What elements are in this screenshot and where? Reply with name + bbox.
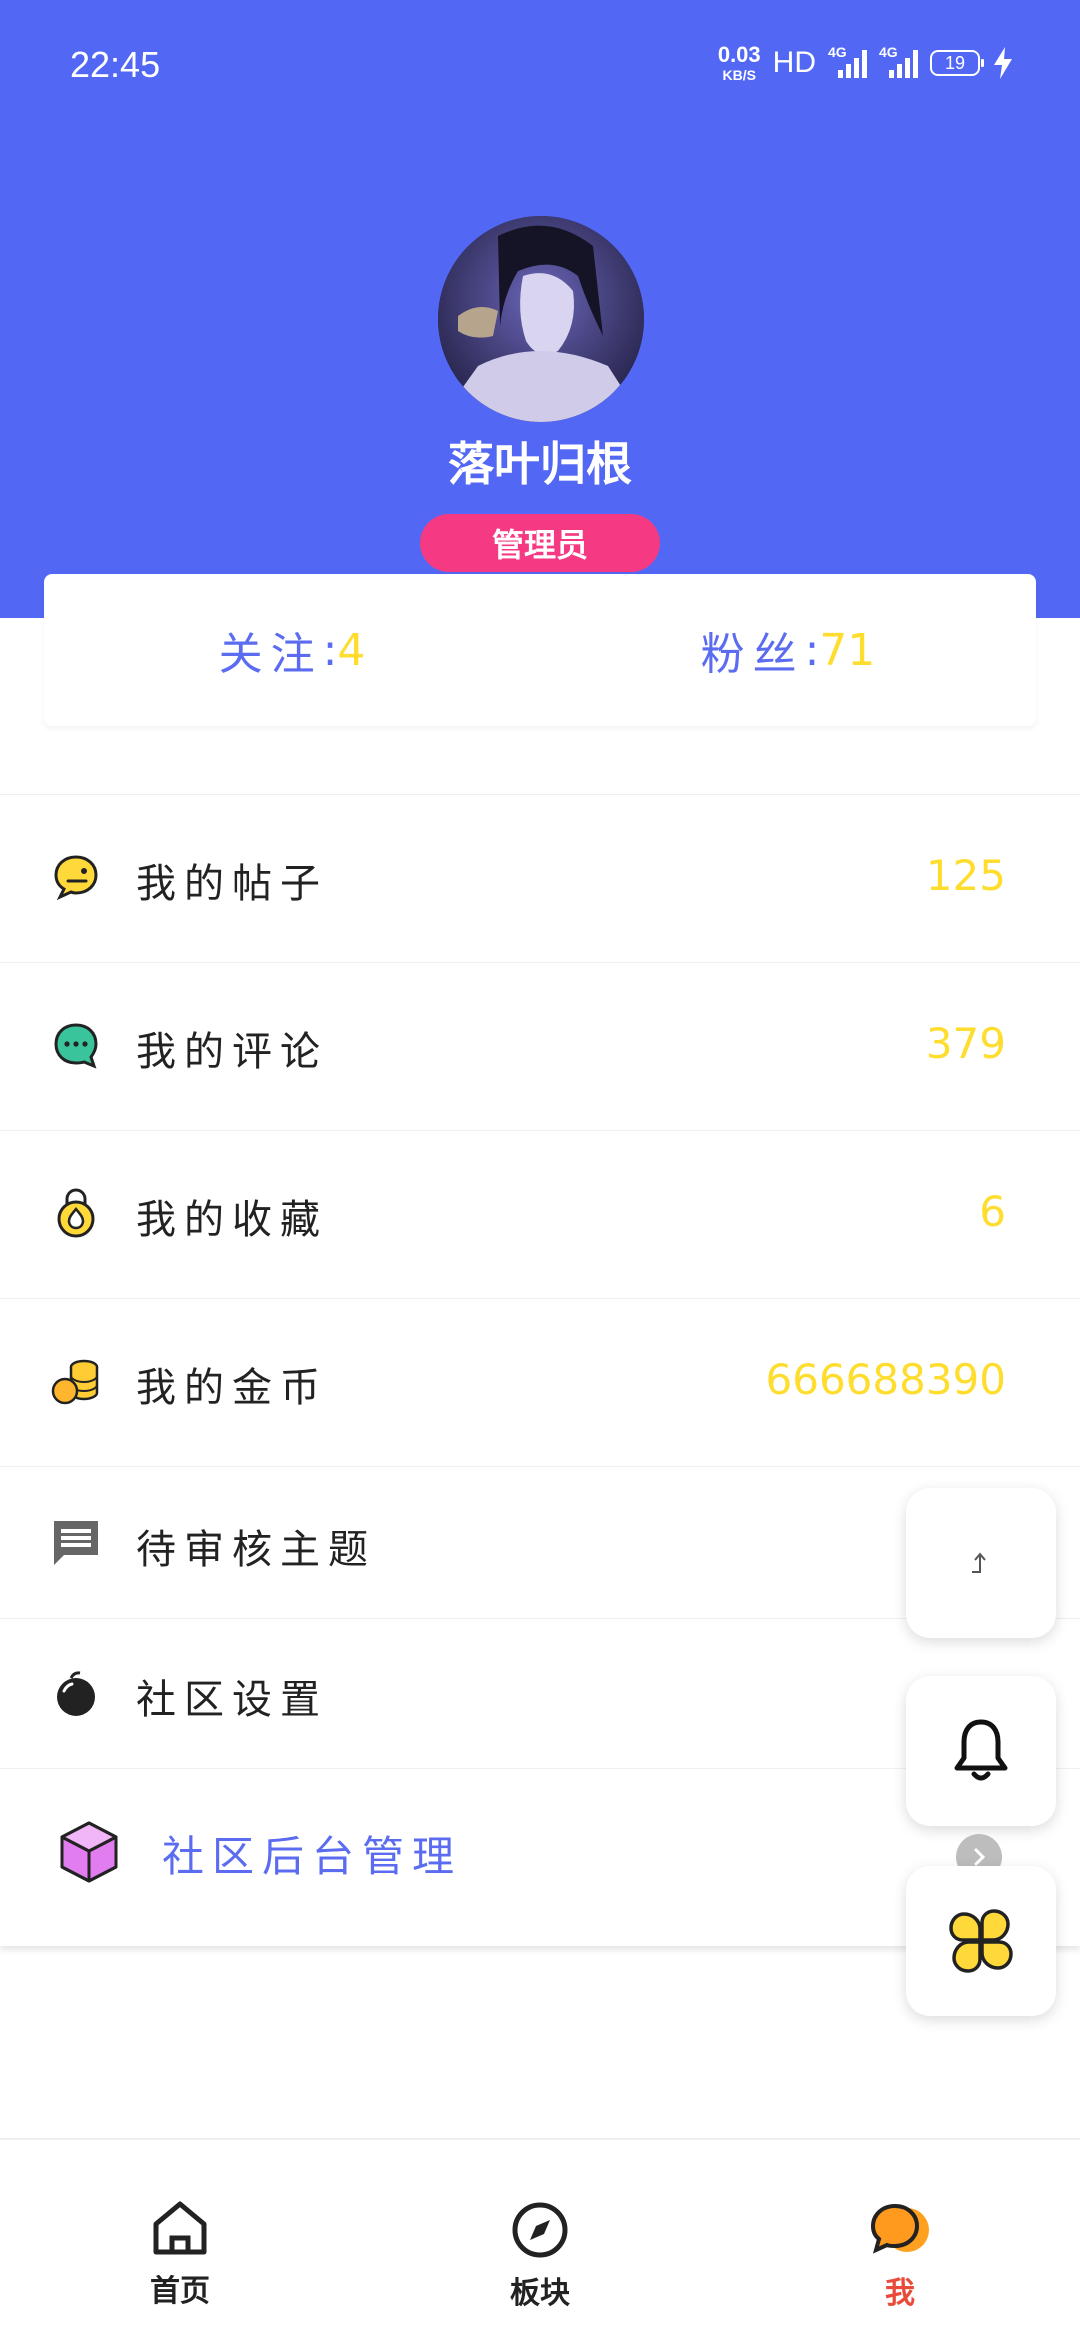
- lock-star-icon: [57, 1188, 95, 1238]
- bell-icon: [954, 1719, 1008, 1781]
- fans-count: 71: [819, 624, 876, 676]
- nav-item-me[interactable]: 我: [800, 2200, 1000, 2312]
- status-time: 22:45: [70, 44, 161, 85]
- profile-header: 22:45 0.03 KB/S HD 4G 4G 19 落叶归根 管理员: [0, 0, 1080, 618]
- menu-item-comments[interactable]: 我的评论 379: [0, 963, 1080, 1131]
- chat-bubble-icon: [870, 2203, 929, 2254]
- username: 落叶归根: [448, 437, 632, 491]
- follow-stats-card: 关注 : 4 粉丝 : 71: [44, 574, 1036, 726]
- following-stat[interactable]: 关注 : 4: [44, 574, 540, 726]
- status-indicators: 0.03 KB/S HD 4G 4G 19: [718, 44, 1014, 82]
- fans-stat[interactable]: 粉丝 : 71: [540, 574, 1036, 726]
- menu-item-label: 我的评论: [136, 1029, 328, 1075]
- battery-icon: 19: [930, 50, 984, 76]
- avatar[interactable]: [438, 216, 644, 422]
- share-button[interactable]: [906, 1488, 1056, 1638]
- sim2-network-tag: 4G: [879, 44, 898, 60]
- coin-stack-icon: [51, 1359, 99, 1405]
- menu-item-label: 我的金币: [136, 1365, 328, 1411]
- hd-indicator: HD: [772, 46, 816, 79]
- bomb-icon: [57, 1671, 95, 1716]
- chat-face-icon: [54, 855, 98, 901]
- menu-item-favorites[interactable]: 我的收藏 6: [0, 1131, 1080, 1299]
- following-label: 关注: [218, 629, 323, 680]
- menu-item-count: 666688390: [765, 1355, 1007, 1404]
- nav-label: 板块: [510, 2276, 570, 2311]
- following-separator: :: [322, 624, 338, 676]
- signal-icon-2: 4G: [879, 44, 918, 78]
- menu-item-label: 我的帖子: [136, 861, 328, 907]
- charging-icon: [994, 47, 1012, 79]
- bottom-nav: 首页 板块 我: [0, 2138, 1080, 2340]
- chat-dots-icon: [54, 1023, 98, 1069]
- menu-item-count: 6: [979, 1187, 1006, 1236]
- menu-item-posts[interactable]: 我的帖子 125: [0, 795, 1080, 963]
- profile-screen: 22:45 0.03 KB/S HD 4G 4G 19 落叶归根 管理员 关注 …: [0, 0, 1080, 2340]
- following-count: 4: [337, 624, 366, 676]
- menu-item-label: 社区设置: [136, 1677, 328, 1723]
- fans-separator: :: [804, 624, 820, 676]
- network-speed-value: 0.03: [717, 42, 761, 67]
- battery-level: 19: [944, 52, 966, 73]
- share-arrow-icon: [972, 1552, 986, 1573]
- nav-item-boards[interactable]: 板块: [440, 2200, 640, 2312]
- menu-item-coins[interactable]: 我的金币 666688390: [0, 1299, 1080, 1467]
- sim1-network-tag: 4G: [828, 44, 847, 60]
- menu-item-label: 我的收藏: [136, 1197, 328, 1243]
- fans-label: 粉丝: [700, 629, 805, 680]
- menu-item-count: 379: [925, 1019, 1006, 1068]
- cube-icon: [60, 1821, 118, 1883]
- network-speed: 0.03 KB/S: [717, 42, 761, 83]
- apps-button[interactable]: [906, 1866, 1056, 2016]
- menu-item-label: 社区后台管理: [162, 1832, 463, 1881]
- home-icon: [153, 2201, 207, 2255]
- menu-item-count: 125: [925, 851, 1006, 900]
- signal-icon: 4G: [828, 44, 867, 78]
- clover-icon: [949, 1909, 1013, 1973]
- nav-label: 我: [885, 2276, 915, 2311]
- nav-label: 首页: [150, 2274, 210, 2309]
- nav-item-home[interactable]: 首页: [80, 2200, 280, 2310]
- role-badge: 管理员: [420, 514, 660, 572]
- network-speed-unit: KB/S: [722, 67, 756, 83]
- menu-item-label: 待审核主题: [136, 1527, 376, 1573]
- message-icon: [54, 1521, 98, 1565]
- compass-icon: [512, 2202, 568, 2258]
- notifications-button[interactable]: [906, 1676, 1056, 1826]
- status-bar: 22:45 0.03 KB/S HD 4G 4G 19: [0, 0, 1080, 130]
